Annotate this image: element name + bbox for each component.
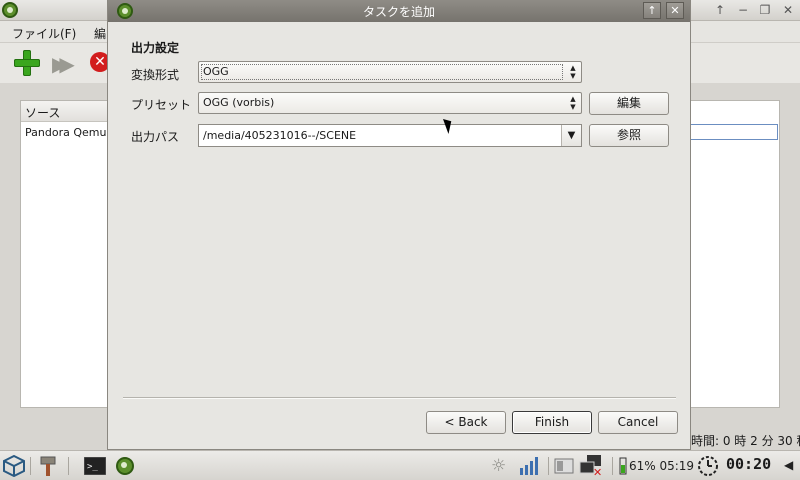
- taskbar-clock[interactable]: 00:20: [726, 455, 771, 473]
- svg-text:✕: ✕: [593, 466, 602, 477]
- divider: [123, 397, 676, 399]
- section-title: 出力設定: [131, 41, 180, 55]
- clock-icon: [698, 456, 718, 476]
- svg-text:>_: >_: [87, 462, 98, 472]
- preset-label: プリセット: [131, 98, 192, 112]
- network-disconnected-icon[interactable]: ✕: [578, 455, 604, 477]
- cancel-button[interactable]: Cancel: [598, 411, 678, 434]
- back-button[interactable]: < Back: [426, 411, 506, 434]
- dialog-close-icon[interactable]: ✕: [666, 2, 684, 19]
- battery-status-text: 61% 05:19: [629, 459, 695, 473]
- output-path-input[interactable]: /media/405231016--/SCENE ▼: [198, 124, 582, 147]
- main-maximize-up-icon[interactable]: ↑: [712, 3, 728, 17]
- terminal-icon[interactable]: >_: [84, 457, 106, 475]
- output-path-value: /media/405231016--/SCENE: [203, 129, 357, 142]
- battery-icon: [619, 457, 627, 475]
- format-value: OGG: [203, 65, 229, 78]
- browse-button[interactable]: 参照: [589, 124, 669, 147]
- elapsed-time-status: 時間: 0 時 2 分 30 秒: [691, 434, 800, 448]
- tray-expand-arrow-icon[interactable]: ◀: [784, 458, 793, 472]
- app-logo-icon: [2, 2, 18, 18]
- add-task-dialog: タスクを追加 ↑ ✕ 出力設定 変換形式 OGG ▲ ▼ プリセット OGG (v…: [107, 0, 691, 450]
- taskbar: >_ ☼ ✕ 61% 05:19 ◀: [0, 450, 800, 480]
- dialog-up-arrow-icon[interactable]: ↑: [643, 2, 661, 19]
- list-item[interactable]: Pandora Qemu: [25, 126, 106, 139]
- column-header-source[interactable]: ソース: [21, 101, 111, 122]
- paint-brush-icon[interactable]: [38, 455, 58, 477]
- dialog-titlebar: タスクを追加 ↑ ✕: [108, 0, 690, 22]
- format-select[interactable]: OGG ▲ ▼: [198, 61, 582, 83]
- preset-value: OGG (vorbis): [203, 96, 275, 109]
- plus-icon[interactable]: [14, 50, 40, 76]
- menu-edit[interactable]: 編: [94, 25, 106, 42]
- focus-ring: [201, 64, 563, 80]
- spinner-arrows-icon: ▲ ▼: [570, 95, 576, 111]
- spinner-arrows-icon: ▲ ▼: [570, 64, 576, 80]
- toggle-switch-icon[interactable]: [554, 457, 574, 475]
- chevron-down-icon[interactable]: ▼: [561, 125, 581, 146]
- preset-select[interactable]: OGG (vorbis) ▲ ▼: [198, 92, 582, 114]
- wifi-signal-icon[interactable]: [518, 456, 540, 476]
- main-close-icon[interactable]: ✕: [780, 3, 796, 17]
- task-input-field[interactable]: [690, 124, 778, 140]
- settings-gear-icon[interactable]: ☼: [491, 456, 506, 476]
- main-restore-icon[interactable]: ❐: [757, 3, 773, 17]
- app-task-icon[interactable]: [116, 457, 134, 475]
- output-path-label: 出力パス: [131, 130, 180, 144]
- finish-button[interactable]: Finish: [512, 411, 592, 434]
- edit-preset-button[interactable]: 編集: [589, 92, 669, 115]
- start-menu-icon[interactable]: [3, 455, 25, 477]
- fast-forward-icon[interactable]: ▶▶: [52, 52, 75, 76]
- main-minimize-icon[interactable]: −: [735, 3, 751, 17]
- dialog-title: タスクを追加: [362, 5, 435, 19]
- format-label: 変換形式: [131, 68, 180, 82]
- menu-file[interactable]: ファイル(F): [12, 25, 76, 42]
